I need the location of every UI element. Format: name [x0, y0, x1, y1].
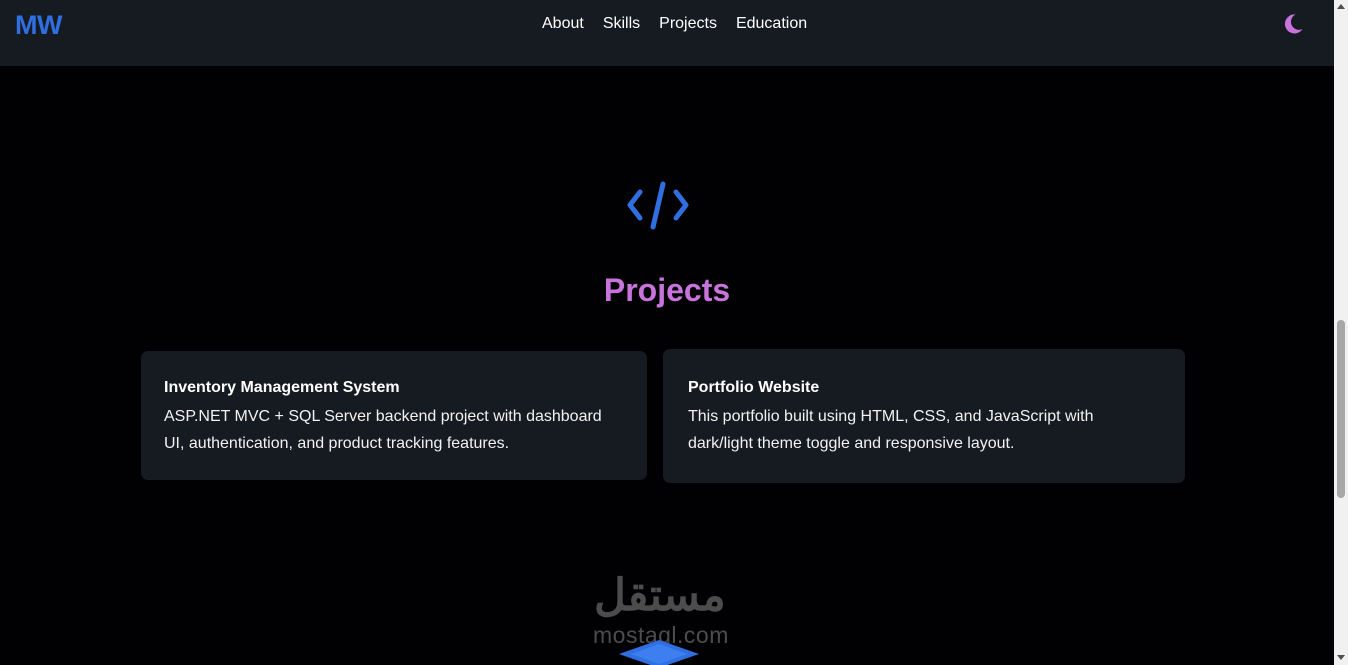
project-card-description: ASP.NET MVC + SQL Server backend project…: [164, 408, 602, 452]
project-card: Inventory Management System ASP.NET MVC …: [141, 351, 647, 480]
scrollbar[interactable]: [1334, 0, 1348, 665]
scrollbar-thumb[interactable]: [1337, 320, 1345, 498]
logo[interactable]: MW: [15, 10, 62, 41]
navbar: MW About Skills Projects Education: [0, 0, 1334, 66]
project-card-title: Portfolio Website: [688, 379, 820, 396]
portfolio-page: MW About Skills Projects Education Proje…: [0, 0, 1348, 665]
scroll-down-icon[interactable]: [1337, 655, 1345, 660]
code-icon: [626, 180, 690, 232]
watermark-arabic-text: مستقل: [594, 571, 726, 620]
project-card-description: This portfolio built using HTML, CSS, an…: [688, 408, 1094, 452]
nav-link-projects[interactable]: Projects: [659, 15, 717, 33]
project-card: Portfolio Website This portfolio built u…: [663, 349, 1185, 483]
scroll-up-icon[interactable]: [1337, 4, 1345, 9]
section-title: Projects: [603, 272, 731, 308]
moon-icon[interactable]: [1281, 12, 1305, 36]
graduation-cap-icon: [617, 638, 701, 665]
nav-link-education[interactable]: Education: [736, 15, 807, 33]
nav-links: About Skills Projects Education: [542, 15, 807, 33]
project-card-title: Inventory Management System: [164, 379, 400, 396]
nav-link-skills[interactable]: Skills: [603, 15, 640, 33]
nav-link-about[interactable]: About: [542, 15, 584, 33]
